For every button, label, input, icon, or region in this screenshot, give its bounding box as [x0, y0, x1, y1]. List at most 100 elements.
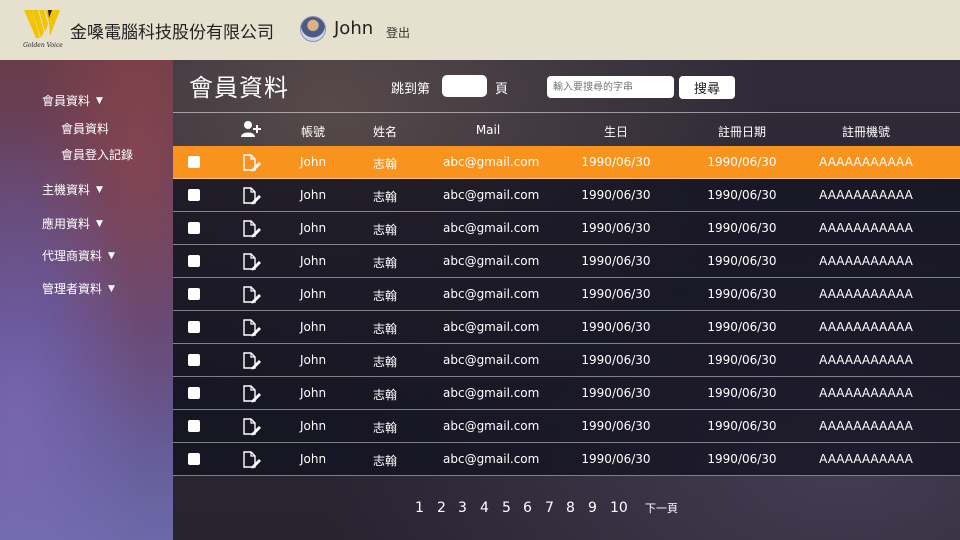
cell-account: John — [299, 386, 327, 400]
table-row[interactable]: John 志翰 abc@gmail.com 1990/06/30 1990/06/30 A… — [173, 410, 960, 443]
page-link[interactable]: 7 — [545, 500, 554, 516]
column-header-name[interactable]: 姓名 — [365, 123, 405, 140]
page-link[interactable]: 10 — [610, 500, 628, 516]
sidebar-item-label: 應用資料 — [42, 217, 91, 231]
chevron-down-icon: ▼ — [96, 184, 103, 195]
sidebar-item-label: 管理者資料 — [42, 282, 103, 296]
sidebar-item-agent-data[interactable]: 代理商資料 ▼ — [42, 247, 115, 264]
chevron-down-icon: ▼ — [108, 250, 115, 261]
cell-birthday: 1990/06/30 — [581, 155, 651, 169]
edit-document-icon[interactable] — [242, 352, 262, 374]
cell-account: John — [299, 320, 327, 334]
cell-register-device: AAAAAAAAAAA — [819, 188, 913, 202]
sidebar-item-host-data[interactable]: 主機資料 ▼ — [42, 181, 103, 198]
add-user-icon[interactable] — [240, 120, 262, 141]
edit-document-icon[interactable] — [242, 418, 262, 440]
page-link[interactable]: 2 — [437, 500, 446, 516]
search-input[interactable] — [547, 76, 674, 98]
cell-register-device: AAAAAAAAAAA — [819, 320, 913, 334]
row-checkbox[interactable] — [188, 222, 200, 234]
edit-document-icon[interactable] — [242, 385, 262, 407]
edit-document-icon[interactable] — [242, 319, 262, 341]
cell-register-date: 1990/06/30 — [707, 386, 777, 400]
sidebar-subitem-login-records[interactable]: 會員登入記錄 — [61, 146, 133, 163]
cell-name: 志翰 — [372, 256, 397, 270]
table-row[interactable]: John 志翰 abc@gmail.com 1990/06/30 1990/06/30 A… — [173, 245, 960, 278]
cell-register-device: AAAAAAAAAAA — [819, 353, 913, 367]
cell-mail: abc@gmail.com — [443, 221, 540, 235]
row-checkbox[interactable] — [188, 453, 200, 465]
cell-mail: abc@gmail.com — [443, 188, 540, 202]
edit-document-icon[interactable] — [242, 253, 262, 275]
row-checkbox[interactable] — [188, 354, 200, 366]
row-checkbox[interactable] — [188, 288, 200, 300]
cell-name: 志翰 — [372, 388, 397, 402]
sidebar-subitem-member-data[interactable]: 會員資料 — [61, 120, 109, 137]
page-link[interactable]: 1 — [415, 500, 424, 516]
page-link[interactable]: 9 — [588, 500, 597, 516]
username: John — [334, 18, 374, 39]
page-link[interactable]: 8 — [566, 500, 575, 516]
top-header: Golden Voice 金嗓電腦科技股份有限公司 John 登出 — [0, 0, 960, 60]
page-link[interactable]: 3 — [458, 500, 467, 516]
sidebar-item-admin-data[interactable]: 管理者資料 ▼ — [42, 280, 115, 297]
edit-document-icon[interactable] — [242, 154, 262, 176]
row-checkbox[interactable] — [188, 420, 200, 432]
cell-birthday: 1990/06/30 — [581, 386, 651, 400]
cell-mail: abc@gmail.com — [443, 452, 540, 466]
page-link[interactable]: 5 — [502, 500, 511, 516]
cell-mail: abc@gmail.com — [443, 287, 540, 301]
chevron-down-icon: ▼ — [108, 283, 115, 294]
main-content: 會員資料 跳到第 頁 搜尋 帳號 姓名 Mail 生日 註冊日期 註冊機號 Jo… — [173, 60, 960, 540]
sidebar-item-member-data[interactable]: 會員資料 ▼ — [42, 92, 103, 109]
table-row[interactable]: John 志翰 abc@gmail.com 1990/06/30 1990/06/30 A… — [173, 344, 960, 377]
cell-register-date: 1990/06/30 — [707, 254, 777, 268]
table-row[interactable]: John 志翰 abc@gmail.com 1990/06/30 1990/06/30 A… — [173, 443, 960, 476]
search-button[interactable]: 搜尋 — [679, 76, 735, 99]
table-row[interactable]: John 志翰 abc@gmail.com 1990/06/30 1990/06/30 A… — [173, 278, 960, 311]
table-row[interactable]: John 志翰 abc@gmail.com 1990/06/30 1990/06/30 A… — [173, 212, 960, 245]
edit-document-icon[interactable] — [242, 220, 262, 242]
user-avatar[interactable] — [300, 16, 326, 42]
row-checkbox[interactable] — [188, 255, 200, 267]
table-row[interactable]: John 志翰 abc@gmail.com 1990/06/30 1990/06/30 A… — [173, 377, 960, 410]
cell-register-device: AAAAAAAAAAA — [819, 452, 913, 466]
jump-page-input[interactable] — [442, 75, 487, 97]
edit-document-icon[interactable] — [242, 451, 262, 473]
table-header: 帳號 姓名 Mail 生日 註冊日期 註冊機號 — [173, 112, 960, 146]
page-link[interactable]: 6 — [523, 500, 532, 516]
cell-register-date: 1990/06/30 — [707, 452, 777, 466]
column-header-register-date[interactable]: 註冊日期 — [702, 123, 782, 140]
cell-account: John — [299, 353, 327, 367]
row-checkbox[interactable] — [188, 321, 200, 333]
sidebar-item-app-data[interactable]: 應用資料 ▼ — [42, 215, 103, 232]
table-row[interactable]: John 志翰 abc@gmail.com 1990/06/30 1990/06/30 A… — [173, 146, 960, 179]
row-checkbox[interactable] — [188, 189, 200, 201]
column-header-mail[interactable]: Mail — [458, 123, 518, 137]
chevron-down-icon: ▼ — [96, 218, 103, 229]
column-header-account[interactable]: 帳號 — [293, 123, 333, 140]
row-checkbox[interactable] — [188, 156, 200, 168]
edit-document-icon[interactable] — [242, 286, 262, 308]
cell-name: 志翰 — [372, 355, 397, 369]
cell-mail: abc@gmail.com — [443, 155, 540, 169]
cell-birthday: 1990/06/30 — [581, 221, 651, 235]
sidebar-item-label: 會員資料 — [42, 94, 91, 108]
column-header-register-device[interactable]: 註冊機號 — [826, 123, 906, 140]
cell-register-device: AAAAAAAAAAA — [819, 155, 913, 169]
cell-birthday: 1990/06/30 — [581, 188, 651, 202]
cell-register-date: 1990/06/30 — [707, 320, 777, 334]
cell-mail: abc@gmail.com — [443, 419, 540, 433]
sidebar-item-label: 主機資料 — [42, 183, 91, 197]
cell-register-date: 1990/06/30 — [707, 353, 777, 367]
column-header-birthday[interactable]: 生日 — [586, 123, 646, 140]
row-checkbox[interactable] — [188, 387, 200, 399]
table-row[interactable]: John 志翰 abc@gmail.com 1990/06/30 1990/06/30 A… — [173, 179, 960, 212]
page-link[interactable]: 4 — [480, 500, 489, 516]
cell-account: John — [299, 188, 327, 202]
cell-name: 志翰 — [372, 157, 397, 171]
next-page-link[interactable]: 下一頁 — [645, 500, 678, 516]
edit-document-icon[interactable] — [242, 187, 262, 209]
table-row[interactable]: John 志翰 abc@gmail.com 1990/06/30 1990/06/30 A… — [173, 311, 960, 344]
logout-link[interactable]: 登出 — [386, 24, 410, 41]
